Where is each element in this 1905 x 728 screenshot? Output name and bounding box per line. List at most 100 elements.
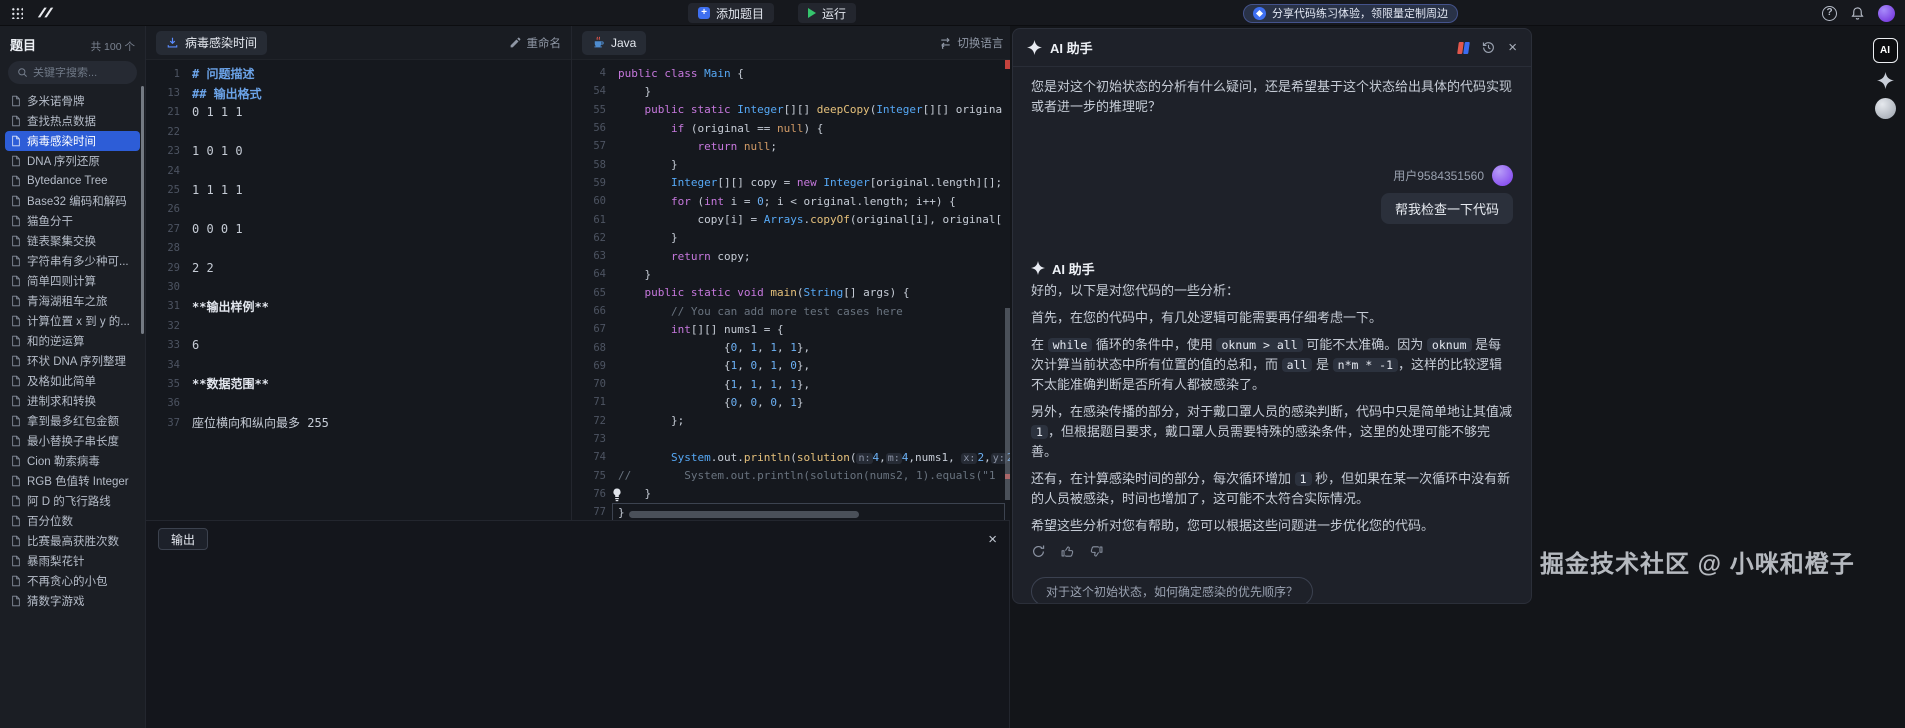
sidebar-item[interactable]: 环状 DNA 序列整理 (5, 351, 140, 371)
code-line[interactable]: 71 {0, 0, 0, 1} (572, 393, 1013, 411)
markdown-line[interactable]: 13 ## 输出格式 (146, 83, 571, 102)
sidebar-scrollbar[interactable] (141, 86, 144, 334)
sidebar-item[interactable]: Bytedance Tree (5, 171, 140, 191)
code-line[interactable]: 63 return copy; (572, 247, 1013, 265)
sidebar-item[interactable]: 及格如此简单 (5, 371, 140, 391)
sidebar-item[interactable]: Base32 编码和解码 (5, 191, 140, 211)
sidebar-item[interactable]: 不再贪心的小包 (5, 571, 140, 591)
code-line[interactable]: 72 }; (572, 412, 1013, 430)
code-line[interactable]: 74 System.out.println(solution(n: 4, m: 4,n… (572, 448, 1013, 466)
markdown-line[interactable]: 36 (146, 394, 571, 413)
code-line[interactable]: 4 public class Main { (572, 64, 1013, 82)
code-line[interactable]: 68 {0, 1, 1, 1}, (572, 338, 1013, 356)
code-editor[interactable]: 4 public class Main {54 } 55 public static… (572, 60, 1013, 520)
markdown-line[interactable]: 23 1 0 1 0 (146, 142, 571, 161)
sidebar-item[interactable]: 查找热点数据 (5, 111, 140, 131)
sidebar-item[interactable]: 比赛最高获胜次数 (5, 531, 140, 551)
lightbulb-icon[interactable] (612, 488, 622, 502)
sidebar-item[interactable]: Cion 勒索病毒 (5, 451, 140, 471)
juejin-logo-icon[interactable] (37, 6, 57, 19)
sidebar-item[interactable]: RGB 色值转 Integer (5, 471, 140, 491)
close-icon[interactable]: × (1508, 40, 1517, 55)
code-line[interactable]: 67 int[][] nums1 = { (572, 320, 1013, 338)
markdown-line[interactable]: 35 **数据范围** (146, 374, 571, 393)
sidebar-item[interactable]: 猜数字游戏 (5, 591, 140, 611)
code-line[interactable]: 65 public static void main(String[] args… (572, 284, 1013, 302)
sidebar-item[interactable]: 链表聚集交换 (5, 231, 140, 251)
sidebar-item[interactable]: DNA 序列还原 (5, 151, 140, 171)
sidebar-item[interactable]: 和的逆运算 (5, 331, 140, 351)
sidebar-item[interactable]: 暴雨梨花针 (5, 551, 140, 571)
share-banner[interactable]: 分享代码练习体验，领限量定制周边 (1243, 3, 1458, 23)
sidebar-item[interactable]: 百分位数 (5, 511, 140, 531)
markdown-line[interactable]: 33 6 (146, 335, 571, 354)
floating-ball[interactable] (1874, 98, 1896, 119)
sidebar-item[interactable]: 进制求和转换 (5, 391, 140, 411)
code-line[interactable]: 54 } (572, 82, 1013, 100)
sidebar-item[interactable]: 最小替换子串长度 (5, 431, 140, 451)
search-input[interactable] (33, 66, 128, 79)
search-box[interactable] (8, 61, 137, 84)
markdown-line[interactable]: 22 (146, 122, 571, 141)
sidebar-item[interactable]: 拿到最多红包金额 (5, 411, 140, 431)
run-button[interactable]: 运行 (798, 3, 857, 23)
code-line[interactable]: 73 (572, 430, 1013, 448)
code-line[interactable]: 56 if (original == null) { (572, 119, 1013, 137)
code-line[interactable]: 60 for (int i = 0; i < original.length; … (572, 192, 1013, 210)
thumbs-up-icon[interactable] (1060, 544, 1075, 559)
markdown-line[interactable]: 1 # 问题描述 (146, 64, 571, 83)
code-line[interactable]: 62 } (572, 229, 1013, 247)
sidebar-item[interactable]: 猫鱼分干 (5, 211, 140, 231)
code-line[interactable]: 75 // System.out.println(solution(nums2, … (572, 467, 1013, 485)
sidebar-item[interactable]: 字符串有多少种可... (5, 251, 140, 271)
bell-icon[interactable] (1850, 6, 1865, 21)
switch-language-button[interactable]: 切换语言 (939, 35, 1003, 51)
sidebar-item[interactable]: 计算位置 x 到 y 的... (5, 311, 140, 331)
markdown-line[interactable]: 34 (146, 355, 571, 374)
code-line[interactable]: 57 return null; (572, 137, 1013, 155)
app-grid-icon[interactable] (10, 6, 23, 19)
rename-button[interactable]: 重命名 (509, 35, 561, 51)
markdown-line[interactable]: 29 2 2 (146, 258, 571, 277)
code-line[interactable]: 76 } (572, 485, 1013, 503)
code-line[interactable]: 55 public static Integer[][] deepCopy(In… (572, 101, 1013, 119)
suggestion-pill[interactable]: 对于这个初始状态，如何确定感染的优先顺序？ (1031, 577, 1314, 603)
problem-editor[interactable]: 1 # 问题描述 13 ## 输出格式 21 0 1 1 1 22 23 1 0 1 0 24 25… (146, 60, 571, 520)
code-line[interactable]: 66 // You can add more test cases here (572, 302, 1013, 320)
code-line[interactable]: 70 {1, 1, 1, 1}, (572, 375, 1013, 393)
refresh-icon[interactable] (1031, 544, 1046, 559)
code-line[interactable]: 64 } (572, 265, 1013, 283)
markdown-line[interactable]: 26 (146, 200, 571, 219)
markdown-line[interactable]: 31 **输出样例** (146, 297, 571, 316)
ai-extension-badge[interactable]: AI (1872, 38, 1898, 63)
problem-tab[interactable]: 病毒感染时间 (156, 30, 268, 55)
sidebar-item[interactable]: 简单四则计算 (5, 271, 140, 291)
help-icon[interactable]: ? (1822, 5, 1837, 21)
add-problem-button[interactable]: + 添加题目 (688, 3, 775, 23)
sidebar-item[interactable]: 青海湖租车之旅 (5, 291, 140, 311)
star-icon[interactable] (1876, 72, 1894, 89)
markdown-line[interactable]: 27 0 0 0 1 (146, 219, 571, 238)
markdown-line[interactable]: 25 1 1 1 1 (146, 180, 571, 199)
code-line[interactable]: 58 } (572, 155, 1013, 173)
extension-logo-icon[interactable] (1456, 41, 1471, 54)
language-tab[interactable]: Java (582, 30, 647, 55)
markdown-line[interactable]: 24 (146, 161, 571, 180)
sidebar-item[interactable]: 病毒感染时间 (5, 131, 140, 151)
thumbs-down-icon[interactable] (1089, 544, 1104, 559)
output-tab[interactable]: 输出 (158, 528, 209, 550)
sidebar-item[interactable]: 阿 D 的飞行路线 (5, 491, 140, 511)
markdown-line[interactable]: 37 座位横向和纵向最多 255 (146, 413, 571, 432)
markdown-line[interactable]: 30 (146, 277, 571, 296)
markdown-line[interactable]: 28 (146, 239, 571, 258)
close-icon[interactable]: × (988, 532, 997, 547)
code-line[interactable]: 61 copy[i] = Arrays.copyOf(original[i], … (572, 210, 1013, 228)
sidebar-item[interactable]: 多米诺骨牌 (5, 91, 140, 111)
code-line[interactable]: 69 {1, 0, 1, 0}, (572, 357, 1013, 375)
markdown-line[interactable]: 32 (146, 316, 571, 335)
topbar-avatar[interactable] (1878, 4, 1895, 22)
history-icon[interactable] (1481, 40, 1496, 55)
markdown-line[interactable]: 21 0 1 1 1 (146, 103, 571, 122)
horizontal-scrollbar[interactable] (629, 511, 859, 518)
code-line[interactable]: 59 Integer[][] copy = new Integer[origin… (572, 174, 1013, 192)
